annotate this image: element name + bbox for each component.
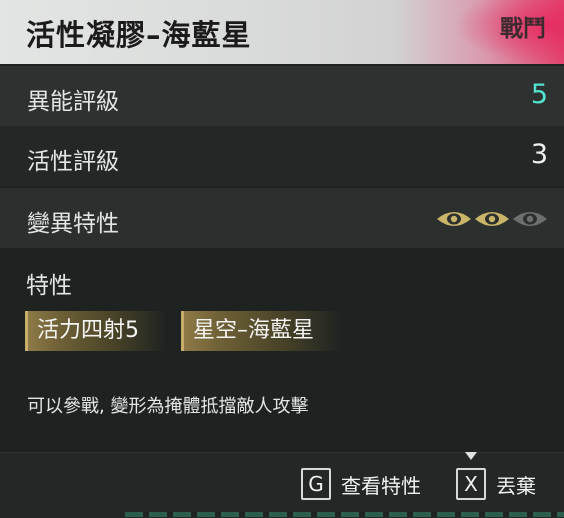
activity-rating-label: 活性評級 (27, 149, 119, 175)
item-header: 活性凝膠–海藍星 戰鬥 (0, 0, 564, 64)
trait-chip-2[interactable]: 星空–海藍星 (181, 311, 343, 351)
item-title: 活性凝膠–海藍星 (26, 18, 252, 52)
view-traits-button[interactable]: G 查看特性 (301, 468, 421, 500)
discard-label: 丟棄 (496, 473, 536, 498)
ability-rating-label: 異能評級 (27, 89, 119, 115)
eye-icon (437, 212, 471, 226)
mutation-trait-label: 變異特性 (27, 211, 119, 237)
g-key-icon: G (301, 468, 331, 500)
trait-chip-1[interactable]: 活力四射5 (25, 311, 167, 351)
activity-rating-row: 活性評級 3 (0, 126, 564, 186)
view-traits-label: 查看特性 (341, 473, 421, 498)
discard-button[interactable]: X 丟棄 (456, 468, 536, 500)
caret-down-icon (465, 452, 477, 460)
ability-rating-row: 異能評級 5 (0, 66, 564, 126)
mutation-level-indicator (436, 208, 548, 230)
eye-icon (475, 212, 509, 226)
activity-rating-value: 3 (530, 139, 548, 170)
eye-icon (513, 212, 547, 226)
mutation-trait-row: 變異特性 (0, 188, 564, 248)
action-footer: G 查看特性 X 丟棄 (0, 452, 564, 518)
x-key-icon: X (456, 468, 486, 500)
ability-rating-value: 5 (530, 79, 548, 110)
category-tag: 戰鬥 (500, 16, 546, 42)
decorative-strip (125, 512, 564, 517)
traits-section-label: 特性 (26, 273, 72, 299)
trait-list: 活力四射5 星空–海藍星 (25, 311, 343, 351)
item-description: 可以參戰, 變形為掩體抵擋敵人攻擊 (27, 396, 309, 417)
